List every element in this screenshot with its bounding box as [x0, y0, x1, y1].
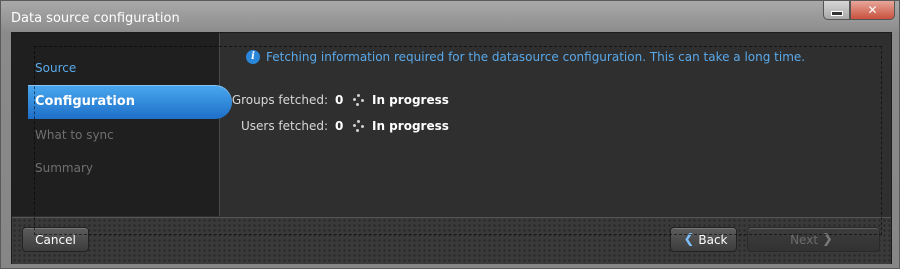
wizard-steps-sidebar: Source Configuration What to sync Summar…	[12, 33, 232, 216]
content-panel: Source Configuration What to sync Summar…	[11, 32, 892, 264]
minimize-icon	[830, 10, 843, 16]
next-button-label: Next	[790, 232, 819, 247]
info-message: i Fetching information required for the …	[246, 50, 805, 64]
close-icon: ✕	[867, 3, 878, 17]
cancel-button-label: Cancel	[35, 232, 76, 247]
cancel-button[interactable]: Cancel	[22, 227, 89, 252]
button-bar: Cancel ❮ Back Next ❯	[12, 217, 891, 264]
back-button[interactable]: ❮ Back	[670, 227, 737, 252]
groups-fetched-status: In progress	[372, 93, 449, 107]
sidebar-item-configuration[interactable]: Configuration	[28, 85, 232, 119]
spinner-icon	[353, 120, 365, 132]
window-title: Data source configuration	[11, 11, 180, 26]
chevron-left-icon: ❮	[683, 232, 695, 247]
users-fetched-count: 0	[335, 119, 344, 133]
groups-fetched-row: Groups fetched: 0 In progress	[220, 93, 449, 107]
back-button-label: Back	[698, 232, 728, 247]
next-button[interactable]: Next ❯	[747, 227, 880, 252]
close-button[interactable]: ✕	[850, 1, 895, 20]
sidebar-item-what-to-sync: What to sync	[35, 128, 114, 142]
info-icon: i	[246, 50, 260, 64]
dialog-window: Data source configuration ✕ Source Confi…	[0, 0, 900, 269]
info-text: Fetching information required for the da…	[266, 50, 806, 64]
groups-fetched-label: Groups fetched:	[231, 93, 328, 107]
spinner-icon	[353, 94, 365, 106]
users-fetched-row: Users fetched: 0 In progress	[220, 119, 449, 133]
minimize-button[interactable]	[823, 1, 850, 20]
users-fetched-label: Users fetched:	[241, 119, 328, 133]
groups-fetched-count: 0	[335, 93, 344, 107]
configuration-panel: i Fetching information required for the …	[220, 33, 890, 216]
users-fetched-status: In progress	[372, 119, 449, 133]
sidebar-item-source[interactable]: Source	[12, 52, 219, 84]
title-bar[interactable]: Data source configuration ✕	[1, 1, 899, 33]
sidebar-item-summary: Summary	[35, 161, 93, 175]
chevron-right-icon: ❯	[822, 232, 833, 247]
